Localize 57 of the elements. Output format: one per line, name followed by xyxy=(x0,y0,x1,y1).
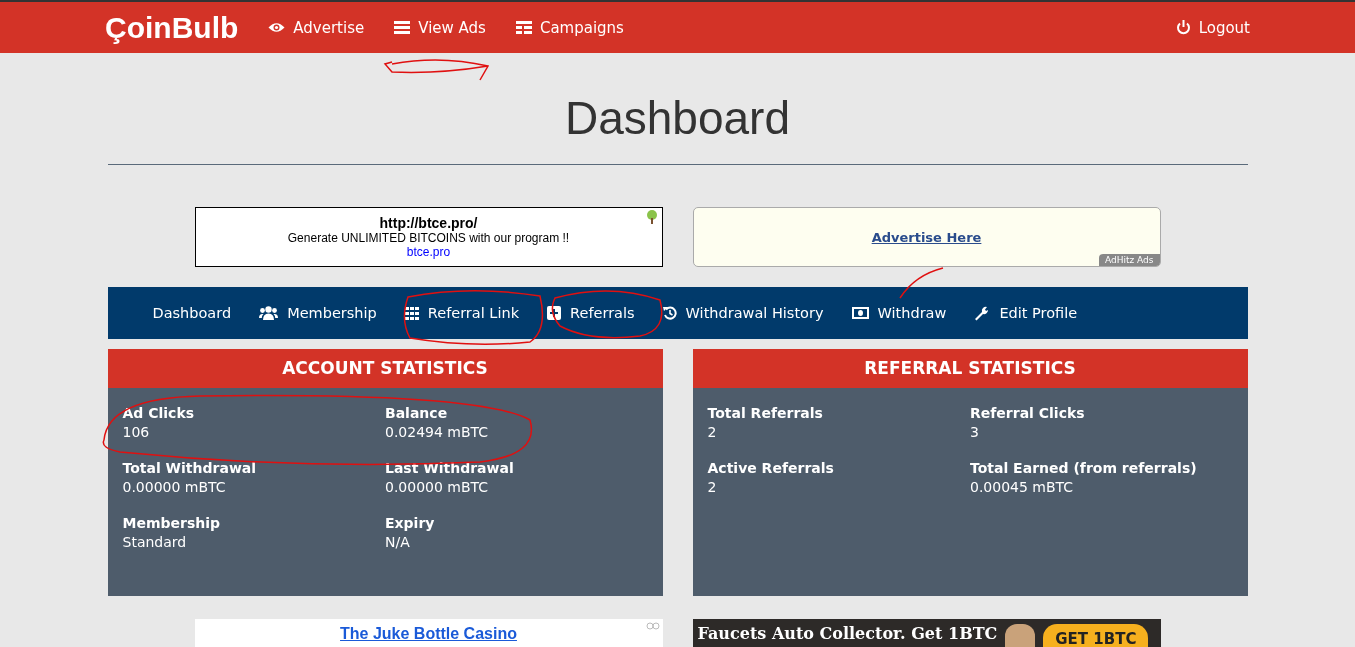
stat-label: Total Referrals xyxy=(707,405,824,421)
ad-network-icon xyxy=(645,621,660,631)
table-icon xyxy=(515,21,532,34)
text-ad[interactable]: http://btce.pro/ Generate UNLIMITED BITCOINS with our program !! btce.pro xyxy=(194,207,663,267)
stat-label: Expiry xyxy=(385,515,436,531)
stat-value: Standard xyxy=(122,534,188,550)
plus-square-icon xyxy=(547,306,562,320)
stat-value: N/A xyxy=(385,534,411,550)
stat-value: 0.00000 mBTC xyxy=(122,479,227,495)
stat-value: 106 xyxy=(122,424,151,440)
page-title: Dashboard xyxy=(563,91,791,145)
stat-label: Membership xyxy=(122,515,222,531)
stat-label: Referral Clicks xyxy=(970,405,1086,421)
eye-icon xyxy=(268,22,286,33)
menu-item[interactable]: Edit Profile xyxy=(974,301,1078,325)
ad-network-badge: AdHitz Ads xyxy=(1099,254,1160,266)
history-icon xyxy=(662,306,677,320)
power-icon xyxy=(1175,20,1191,35)
nav-link[interactable]: View Ads xyxy=(394,18,486,37)
banknote-icon xyxy=(851,307,869,319)
stat-label: Ad Clicks xyxy=(122,405,196,421)
text-ad[interactable]: The Juke Bottle Casino xyxy=(194,619,663,647)
menu-item[interactable]: Withdraw xyxy=(851,301,947,325)
stat-label: Last Withdrawal xyxy=(385,460,515,476)
ad-title: http://btce.pro/ xyxy=(379,215,478,231)
menu-item[interactable]: Membership xyxy=(259,301,377,325)
stat-value: 0.00045 mBTC xyxy=(970,479,1075,495)
advertise-here-link[interactable]: Advertise Here xyxy=(871,229,982,245)
panel-title: ACCOUNT STATISTICS xyxy=(107,349,663,388)
menu-item[interactable]: Dashboard xyxy=(152,301,232,325)
banner-button[interactable]: GET 1BTC xyxy=(1043,624,1149,647)
list-icon xyxy=(394,21,411,34)
panel-title: REFERRAL STATISTICS xyxy=(692,349,1248,388)
users-icon xyxy=(259,306,279,320)
stat-value: 0.02494 mBTC xyxy=(385,424,490,440)
tree-icon xyxy=(645,210,658,224)
stat-label: Active Referrals xyxy=(707,460,835,476)
nav-link[interactable]: Campaigns xyxy=(515,18,624,37)
stat-value: 2 xyxy=(707,424,718,440)
ad-description: Generate UNLIMITED BITCOINS with our program !! xyxy=(287,231,570,245)
grid-icon xyxy=(404,306,419,320)
wrench-icon xyxy=(974,305,991,321)
logout-link[interactable]: Logout xyxy=(1175,18,1250,37)
stat-value: 3 xyxy=(970,424,980,440)
ad-url: btce.pro xyxy=(406,245,451,259)
logo[interactable]: ÇoinBulb xyxy=(105,10,239,45)
menu-item[interactable]: Withdrawal History xyxy=(662,301,824,325)
stat-label: Total Withdrawal xyxy=(122,460,258,476)
stat-value: 0.00000 mBTC xyxy=(385,479,490,495)
ad-title-link[interactable]: The Juke Bottle Casino xyxy=(340,625,517,647)
banner-ad[interactable]: Faucets Auto Collector. Get 1BTC GET 1BTC xyxy=(692,619,1161,647)
stat-value: 2 xyxy=(707,479,718,495)
stat-label: Total Earned (from referrals) xyxy=(970,460,1198,476)
menu-item[interactable]: Referrals xyxy=(547,301,635,325)
nav-link[interactable]: Advertise xyxy=(268,18,365,37)
banner-headline: Faucets Auto Collector. Get 1BTC xyxy=(697,624,998,643)
stat-label: Balance xyxy=(385,405,449,421)
